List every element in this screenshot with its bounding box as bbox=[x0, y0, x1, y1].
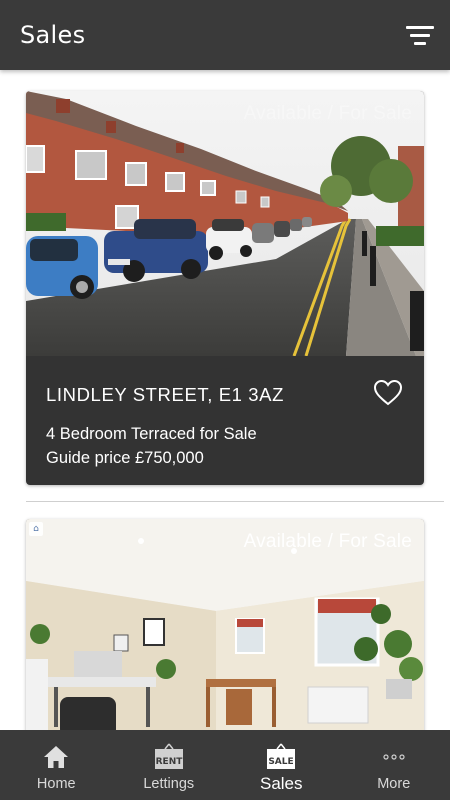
nav-lettings-label: Lettings bbox=[143, 776, 195, 792]
listings-list[interactable]: Available / For Sale LINDLEY STREET, E1 … bbox=[0, 70, 450, 730]
listing-address: LINDLEY STREET, E1 3AZ bbox=[46, 384, 285, 405]
listing-price: Guide price £750,000 bbox=[46, 449, 204, 467]
listing-info[interactable]: LINDLEY STREET, E1 3AZ 4 Bedroom Terrace… bbox=[26, 356, 424, 485]
list-divider bbox=[26, 501, 444, 502]
app-screen: Sales Available / For Sale LINDLEY STREE… bbox=[0, 0, 450, 800]
page-title: Sales bbox=[20, 21, 86, 49]
listing-card[interactable]: Available / For Sale LINDLEY STREET, E1 … bbox=[26, 91, 424, 485]
filter-icon[interactable] bbox=[404, 19, 436, 51]
rent-badge-text: RENT bbox=[155, 757, 183, 767]
favorite-heart-icon[interactable] bbox=[373, 379, 403, 406]
availability-status: Available / For Sale bbox=[243, 531, 412, 552]
home-icon bbox=[43, 742, 69, 772]
app-header: Sales bbox=[0, 0, 450, 70]
availability-status: Available / For Sale bbox=[243, 103, 412, 124]
sale-badge-text: SALE bbox=[269, 757, 294, 767]
nav-sales-label: Sales bbox=[259, 774, 303, 793]
more-dots-icon bbox=[382, 742, 406, 772]
nav-more-label: More bbox=[377, 776, 411, 792]
bottom-navigation: Home RENT Lettings SALE Sales More bbox=[0, 730, 450, 800]
nav-more[interactable]: More bbox=[338, 730, 450, 800]
sale-sign-icon: SALE bbox=[265, 742, 297, 772]
listing-photo[interactable]: ⌂ Available / For Sale bbox=[26, 519, 424, 730]
listing-description: 4 Bedroom Terraced for Sale bbox=[46, 425, 257, 443]
nav-home[interactable]: Home bbox=[0, 730, 113, 800]
rent-sign-icon: RENT bbox=[153, 742, 185, 772]
nav-lettings[interactable]: RENT Lettings bbox=[113, 730, 226, 800]
nav-sales[interactable]: SALE Sales bbox=[225, 730, 338, 800]
listing-card[interactable]: ⌂ Available / For Sale bbox=[26, 519, 424, 730]
listing-photo[interactable]: Available / For Sale bbox=[26, 91, 424, 356]
agency-logo-icon: ⌂ bbox=[29, 522, 43, 536]
nav-home-label: Home bbox=[36, 776, 76, 792]
